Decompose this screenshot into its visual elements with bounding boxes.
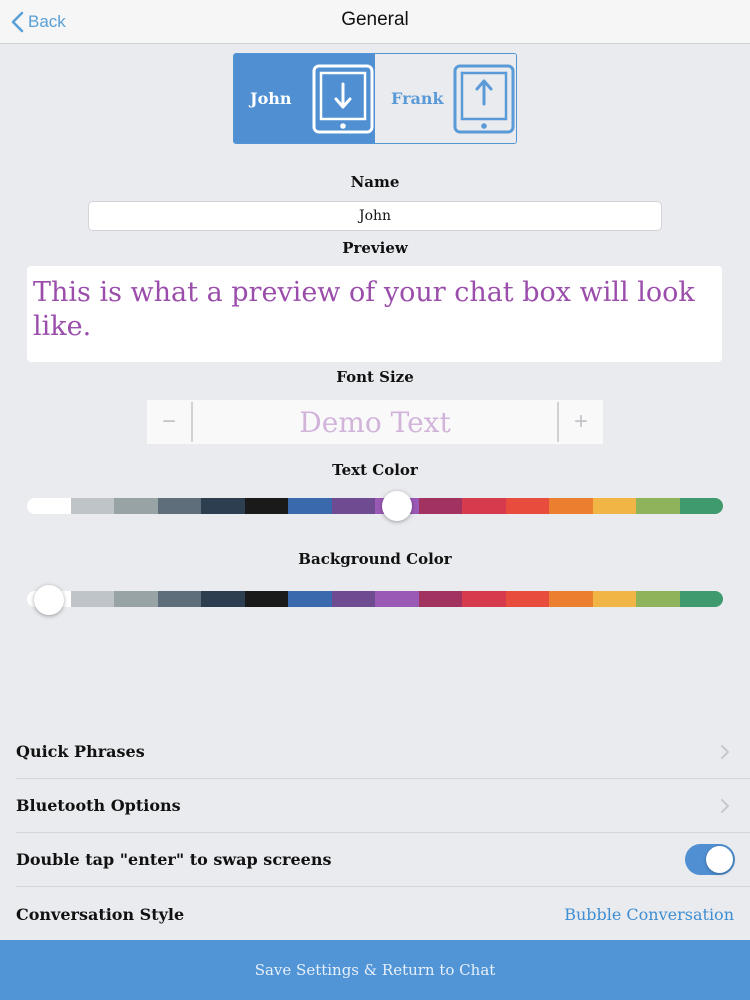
color-swatch[interactable] [592, 591, 636, 607]
color-swatch[interactable] [27, 498, 71, 514]
background-color-slider-knob[interactable] [33, 585, 64, 615]
row-label: Conversation Style [16, 904, 185, 924]
font-size-decrease-button[interactable]: − [147, 400, 191, 444]
row-label: Quick Phrases [16, 742, 145, 761]
bluetooth-options-row[interactable]: Bluetooth Options [16, 779, 750, 833]
user-tab-john[interactable]: John [234, 54, 375, 143]
text-color-slider-knob[interactable] [381, 491, 412, 521]
color-swatch[interactable] [462, 498, 506, 514]
color-swatch[interactable] [418, 591, 462, 607]
color-swatch[interactable] [505, 591, 549, 607]
color-swatch[interactable] [201, 591, 245, 607]
color-swatch[interactable] [70, 591, 114, 607]
color-swatch[interactable] [592, 498, 636, 514]
color-swatch[interactable] [331, 498, 375, 514]
color-swatch[interactable] [549, 498, 593, 514]
conversation-style-value: Bubble Conversation [564, 904, 734, 924]
color-swatch[interactable] [70, 498, 114, 514]
row-label: Double tap "enter" to swap screens [16, 850, 332, 869]
name-input[interactable] [88, 201, 662, 231]
color-swatch[interactable] [505, 498, 549, 514]
page-title: General [341, 9, 409, 30]
color-swatch[interactable] [679, 591, 723, 607]
font-size-stepper: − Demo Text + [147, 400, 603, 444]
color-swatch[interactable] [288, 498, 332, 514]
color-swatch[interactable] [418, 498, 462, 514]
name-label: Name [350, 173, 400, 191]
color-swatch[interactable] [114, 498, 158, 514]
user-tab-frank[interactable]: Frank [375, 54, 516, 143]
color-swatch[interactable] [549, 591, 593, 607]
tablet-upload-icon [453, 64, 515, 133]
preview-label: Preview [342, 239, 408, 257]
user-tab-label: John [250, 89, 292, 108]
color-swatch[interactable] [157, 591, 201, 607]
chat-preview-box: This is what a preview of your chat box … [27, 266, 722, 362]
settings-list: Quick Phrases Bluetooth Options Double t… [0, 725, 750, 941]
font-size-demo-text: Demo Text [299, 405, 451, 439]
save-settings-button[interactable]: Save Settings & Return to Chat [0, 940, 750, 1000]
toggle-knob [706, 846, 733, 873]
color-swatch[interactable] [462, 591, 506, 607]
color-swatch[interactable] [288, 591, 332, 607]
color-swatch[interactable] [331, 591, 375, 607]
font-size-label: Font Size [336, 368, 414, 386]
text-color-slider[interactable] [27, 498, 723, 514]
conversation-style-row[interactable]: Conversation Style Bubble Conversation [16, 887, 750, 941]
chevron-right-icon [721, 799, 729, 813]
user-switcher: John Frank [233, 53, 517, 144]
background-color-slider[interactable] [27, 591, 723, 607]
color-swatch[interactable] [636, 591, 680, 607]
background-color-label: Background Color [298, 550, 452, 568]
quick-phrases-row[interactable]: Quick Phrases [16, 725, 750, 779]
swap-screens-toggle[interactable] [685, 844, 735, 875]
row-label: Bluetooth Options [16, 796, 181, 815]
color-swatch[interactable] [157, 498, 201, 514]
color-swatch[interactable] [679, 498, 723, 514]
swap-screens-row: Double tap "enter" to swap screens [16, 833, 750, 887]
color-swatch[interactable] [244, 591, 288, 607]
color-swatch[interactable] [244, 498, 288, 514]
color-swatch[interactable] [201, 498, 245, 514]
navigation-bar: Back General [0, 0, 750, 44]
chevron-right-icon [721, 745, 729, 759]
color-swatch[interactable] [375, 591, 419, 607]
font-size-increase-button[interactable]: + [559, 400, 603, 444]
color-swatch[interactable] [636, 498, 680, 514]
color-swatch[interactable] [114, 591, 158, 607]
tablet-download-icon [312, 64, 374, 133]
user-tab-label: Frank [391, 89, 444, 108]
text-color-label: Text Color [332, 461, 418, 479]
